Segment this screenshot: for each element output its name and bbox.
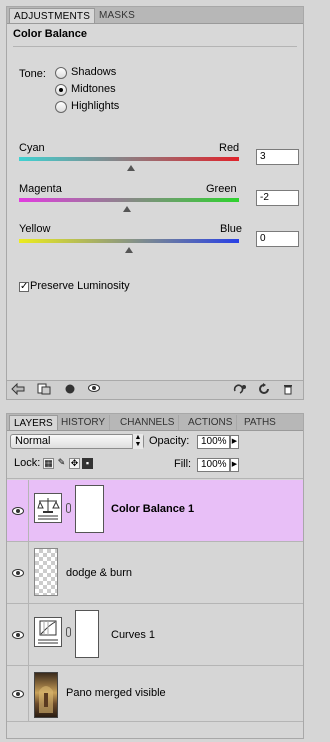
fill-dropdown-button[interactable]: ▶ <box>230 458 239 472</box>
layer-mask-thumbnail[interactable] <box>75 485 104 533</box>
panel-title: Color Balance <box>13 28 87 40</box>
cyan-red-slider-thumb[interactable] <box>127 165 136 171</box>
tab-channels[interactable]: CHANNELS <box>116 415 180 430</box>
layer-mask-thumbnail[interactable] <box>75 610 99 658</box>
chain-link-icon[interactable] <box>66 503 71 513</box>
chain-link-icon[interactable] <box>66 627 71 637</box>
blend-mode-stepper-icon[interactable]: ▲ ▼ <box>132 434 143 449</box>
layers-tabbar: LAYERS HISTORY CHANNELS ACTIONS PATHS <box>7 414 303 431</box>
lock-label: Lock: <box>14 457 41 469</box>
reset-icon[interactable] <box>233 383 247 397</box>
refresh-icon[interactable] <box>257 383 271 397</box>
layer-name: Color Balance 1 <box>111 503 195 515</box>
layer-thumbnail[interactable] <box>34 548 58 596</box>
opacity-input[interactable]: 100% <box>197 435 230 449</box>
layer-row-dodge-burn[interactable]: dodge & burn <box>7 542 303 604</box>
yellow-blue-slider[interactable] <box>19 239 239 243</box>
layer-name: Curves 1 <box>111 629 156 641</box>
eye-icon <box>12 690 24 698</box>
eye-icon <box>12 631 24 639</box>
lock-position-icon[interactable]: ✥ <box>69 458 80 469</box>
radio-midtones[interactable] <box>55 84 67 96</box>
opacity-label: Opacity: <box>149 435 190 447</box>
yellow-label: Yellow <box>19 223 51 235</box>
fill-label: Fill: <box>174 458 192 470</box>
radio-highlights-label[interactable]: Highlights <box>71 100 119 112</box>
radio-midtones-label[interactable]: Midtones <box>71 83 116 95</box>
eye-icon <box>12 569 24 577</box>
green-label: Green <box>206 183 237 195</box>
view-previous-icon[interactable] <box>87 383 101 397</box>
radio-highlights[interactable] <box>55 101 67 113</box>
blue-label: Blue <box>220 223 243 235</box>
back-arrow-icon[interactable] <box>11 382 25 397</box>
divider <box>13 46 297 47</box>
magenta-green-slider-thumb[interactable] <box>122 206 131 212</box>
tab-paths[interactable]: PATHS <box>240 415 280 430</box>
adjustments-bottom-bar <box>7 380 303 399</box>
layer-name: Pano merged visible <box>66 687 166 699</box>
blend-mode-select[interactable]: Normal ▲ ▼ <box>10 434 144 449</box>
preserve-luminosity-checkbox[interactable]: ✓ <box>19 282 29 292</box>
magenta-green-slider[interactable] <box>19 198 239 202</box>
cyan-red-value-field[interactable]: 3 <box>256 149 299 165</box>
magenta-label: Magenta <box>19 183 62 195</box>
cyan-red-slider[interactable] <box>19 157 239 161</box>
lock-all-icon[interactable]: ▪ <box>82 458 93 469</box>
red-label: Red <box>219 142 240 154</box>
layers-panel: LAYERS HISTORY CHANNELS ACTIONS PATHS No… <box>6 413 304 739</box>
layer-row-pano-merged[interactable]: Pano merged visible <box>7 666 303 722</box>
tab-history[interactable]: HISTORY <box>57 415 111 430</box>
radio-shadows-label[interactable]: Shadows <box>71 66 116 78</box>
adjustments-panel: ADJUSTMENTS MASKS Color Balance Tone: Sh… <box>6 6 304 400</box>
visibility-toggle[interactable] <box>7 542 29 603</box>
tab-layers[interactable]: LAYERS <box>9 415 58 430</box>
radio-shadows[interactable] <box>55 67 67 79</box>
color-balance-adjustment-icon[interactable] <box>34 493 62 523</box>
magenta-green-value-field[interactable]: -2 <box>256 190 299 206</box>
photo-thumbnail[interactable] <box>34 672 58 718</box>
blend-mode-value: Normal <box>15 435 51 447</box>
tab-adjustments[interactable]: ADJUSTMENTS <box>9 8 96 23</box>
lock-controls: ▦ ✎ ✥ ▪ <box>43 458 103 470</box>
cyan-label: Cyan <box>19 142 45 154</box>
opacity-dropdown-button[interactable]: ▶ <box>230 435 239 449</box>
lock-pixels-icon[interactable]: ✎ <box>56 458 67 469</box>
fill-input[interactable]: 100% <box>197 458 230 472</box>
divider <box>7 478 303 479</box>
layer-name: dodge & burn <box>66 567 133 579</box>
visibility-toggle[interactable] <box>7 480 29 541</box>
yellow-blue-slider-thumb[interactable] <box>125 247 133 253</box>
preserve-luminosity-label[interactable]: Preserve Luminosity <box>30 280 130 292</box>
layer-row-curves[interactable]: Curves 1 <box>7 604 303 666</box>
curves-adjustment-icon[interactable] <box>34 617 62 647</box>
trash-icon[interactable] <box>281 383 295 397</box>
visibility-toggle[interactable] <box>7 666 29 721</box>
lock-transparency-icon[interactable]: ▦ <box>43 458 54 469</box>
visibility-icon[interactable] <box>63 383 77 397</box>
eye-icon <box>12 507 24 515</box>
adjustments-tabbar: ADJUSTMENTS MASKS <box>7 7 303 24</box>
tab-masks[interactable]: MASKS <box>95 8 139 23</box>
yellow-blue-value-field[interactable]: 0 <box>256 231 299 247</box>
tone-label: Tone: <box>19 68 46 80</box>
tab-actions[interactable]: ACTIONS <box>184 415 238 430</box>
clip-to-layer-icon[interactable] <box>37 383 51 397</box>
visibility-toggle[interactable] <box>7 604 29 665</box>
layer-row-color-balance[interactable]: Color Balance 1 <box>7 480 303 542</box>
